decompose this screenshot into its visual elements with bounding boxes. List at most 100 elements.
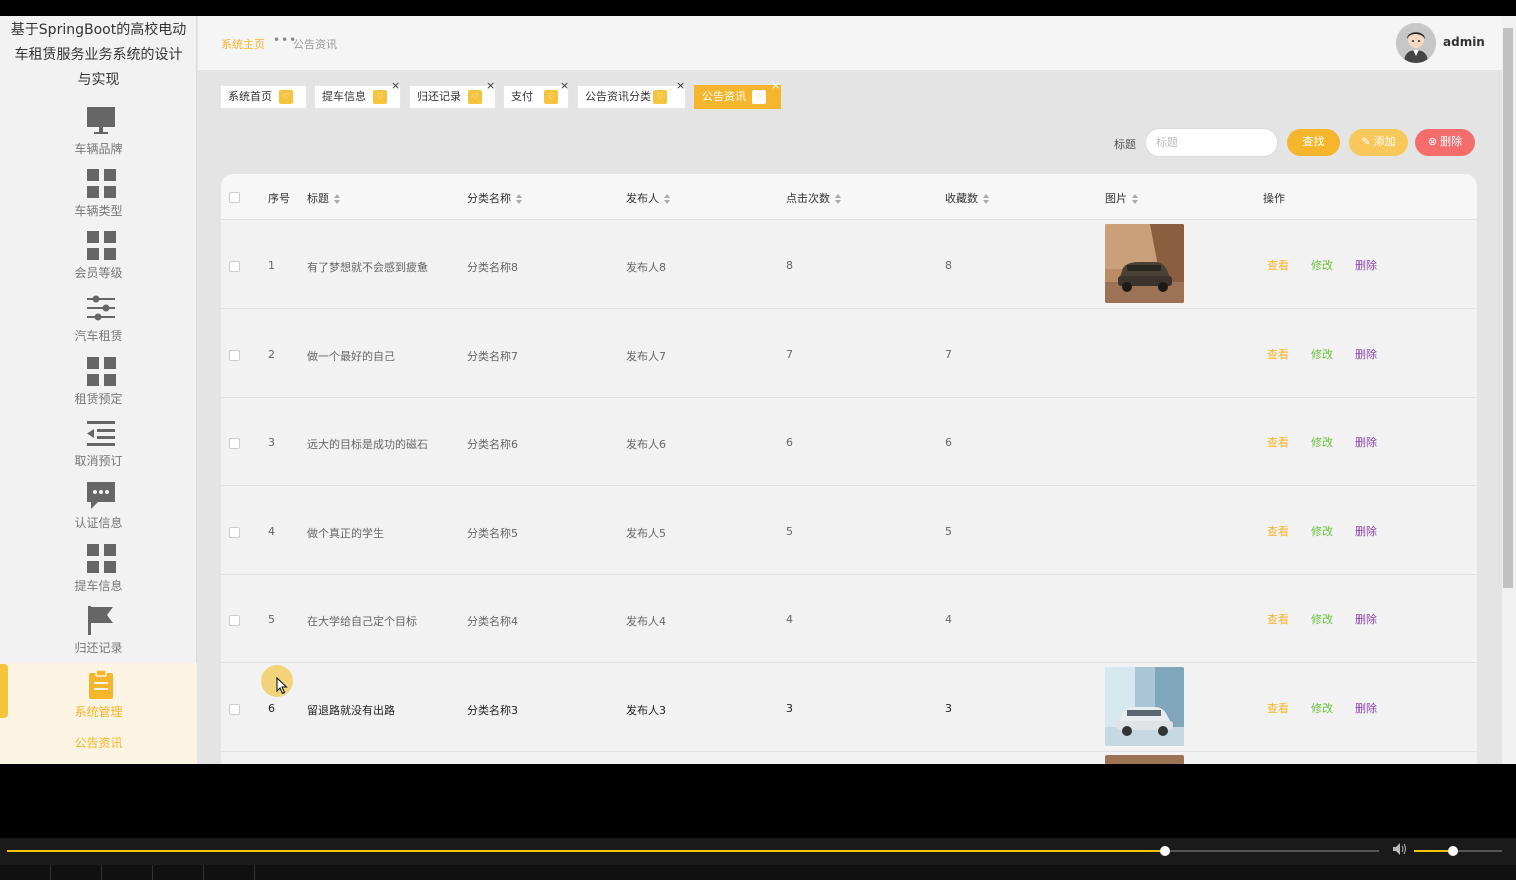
row-checkbox[interactable] [229, 615, 240, 626]
view-button[interactable]: 查看 [1267, 434, 1289, 450]
sort-icon[interactable] [334, 194, 341, 204]
cell-title: 留退路就没有出路 [307, 702, 395, 718]
sidebar-item-label: 提车信息 [0, 578, 197, 594]
find-button[interactable]: 查找 [1287, 129, 1340, 156]
header-image[interactable]: 图片 [1105, 190, 1139, 206]
table-row[interactable]: 5在大学给自己定个目标分类名称4发布人444查看修改删除 [221, 575, 1477, 663]
sidebar-item-vehicle-type[interactable]: 车辆类型 [0, 168, 197, 230]
add-label: 添加 [1374, 136, 1396, 148]
edit-button[interactable]: 修改 [1311, 700, 1333, 716]
avatar[interactable] [1396, 23, 1436, 63]
tag-icon: ♡ [373, 90, 387, 104]
tab-return-record[interactable]: 归还记录 ♡ × [409, 85, 496, 109]
edit-icon: ✎ [1361, 136, 1370, 148]
cell-category: 分类名称7 [467, 348, 518, 364]
edit-button[interactable]: 修改 [1311, 346, 1333, 362]
edit-button[interactable]: 修改 [1311, 611, 1333, 627]
edit-button[interactable]: 修改 [1311, 257, 1333, 273]
cell-index: 6 [268, 702, 275, 715]
header-clicks[interactable]: 点击次数 [786, 190, 842, 206]
volume-icon[interactable] [1392, 842, 1408, 860]
grid-icon [86, 168, 116, 198]
row-checkbox[interactable] [229, 438, 240, 449]
header-category[interactable]: 分类名称 [467, 190, 523, 206]
delete-button[interactable]: 删除 [1355, 700, 1377, 716]
sidebar-item-pickup-info[interactable]: 提车信息 [0, 543, 197, 605]
header-publisher[interactable]: 发布人 [626, 190, 671, 206]
close-icon[interactable]: × [676, 80, 685, 92]
view-button[interactable]: 查看 [1267, 346, 1289, 362]
view-button[interactable]: 查看 [1267, 611, 1289, 627]
sort-icon[interactable] [983, 194, 990, 204]
tab-pickup-info[interactable]: 提车信息 ♡ × [314, 85, 401, 109]
chat-icon [86, 480, 116, 510]
sidebar-item-label: 汽车租赁 [0, 328, 197, 344]
sidebar-item-car-rental[interactable]: 汽车租赁 [0, 293, 197, 355]
table-row[interactable]: 3远大的目标是成功的磁石分类名称6发布人666查看修改删除 [221, 398, 1477, 486]
cell-clicks: 8 [786, 259, 793, 272]
grid-icon [86, 230, 116, 260]
delete-button[interactable]: 删除 [1355, 257, 1377, 273]
sidebar-item-cancel-booking[interactable]: 取消预订 [0, 418, 197, 480]
view-button[interactable]: 查看 [1267, 257, 1289, 273]
table-row[interactable]: 6留退路就没有出路分类名称3发布人333查看修改删除 [221, 664, 1477, 752]
tab-announcement-category[interactable]: 公告资讯分类 ♡ × [577, 85, 686, 109]
header-favorites[interactable]: 收藏数 [945, 190, 990, 206]
table-row[interactable]: 1有了梦想就不会感到疲惫分类名称8发布人888查看修改删除 [221, 221, 1477, 309]
submenu-item-announcements[interactable]: 公告资讯 [0, 729, 197, 764]
delete-button[interactable]: 删除 [1355, 434, 1377, 450]
cell-image[interactable] [1105, 667, 1184, 746]
sidebar-item-rental-booking[interactable]: 租赁预定 [0, 356, 197, 418]
edit-button[interactable]: 修改 [1311, 434, 1333, 450]
edit-button[interactable]: 修改 [1311, 523, 1333, 539]
sidebar-item-vehicle-brand[interactable]: 车辆品牌 [0, 106, 197, 168]
search-label: 标题 [1114, 136, 1136, 152]
add-button[interactable]: ✎ 添加 [1349, 129, 1408, 156]
breadcrumb-current: 公告资讯 [293, 36, 337, 52]
tab-home[interactable]: 系统首页 ♡ [220, 85, 307, 109]
view-button[interactable]: 查看 [1267, 700, 1289, 716]
sort-icon[interactable] [516, 194, 523, 204]
seek-knob[interactable] [1160, 846, 1170, 856]
row-checkbox[interactable] [229, 350, 240, 361]
tab-announcements[interactable]: 公告资讯 ♡ × [694, 85, 781, 109]
breadcrumb-home[interactable]: 系统主页 [221, 36, 265, 52]
sidebar-item-member-level[interactable]: 会员等级 [0, 230, 197, 292]
sort-icon[interactable] [664, 194, 671, 204]
sidebar-item-return-record[interactable]: 归还记录 [0, 605, 197, 667]
table-row[interactable]: 2做一个最好的自己分类名称7发布人777查看修改删除 [221, 310, 1477, 398]
row-checkbox[interactable] [229, 527, 240, 538]
row-checkbox[interactable] [229, 261, 240, 272]
delete-button[interactable]: 删除 [1355, 611, 1377, 627]
divider [152, 865, 153, 880]
table-row[interactable]: 4做个真正的学生分类名称5发布人555查看修改删除 [221, 487, 1477, 575]
close-icon[interactable]: × [486, 80, 495, 92]
sort-icon[interactable] [1132, 194, 1139, 204]
scrollbar-thumb[interactable] [1503, 28, 1513, 588]
flag-icon [86, 605, 116, 635]
close-icon[interactable]: × [391, 80, 400, 92]
delete-button[interactable]: 删除 [1355, 346, 1377, 362]
search-input[interactable] [1145, 128, 1278, 157]
close-icon[interactable]: × [560, 80, 569, 92]
select-all-checkbox[interactable] [229, 192, 240, 203]
header-publisher-label: 发布人 [626, 192, 659, 205]
delete-button[interactable]: 删除 [1355, 523, 1377, 539]
active-indicator [0, 664, 8, 718]
header-title-label: 标题 [307, 192, 329, 205]
view-button[interactable]: 查看 [1267, 523, 1289, 539]
volume-knob[interactable] [1448, 846, 1458, 856]
sidebar-item-auth-info[interactable]: 认证信息 [0, 480, 197, 542]
username[interactable]: admin [1443, 35, 1485, 49]
batch-delete-button[interactable]: ⊗删除 [1415, 129, 1475, 156]
sort-icon[interactable] [835, 194, 842, 204]
sidebar-item-system-management[interactable]: 系统管理 [0, 663, 197, 729]
cell-title: 远大的目标是成功的磁石 [307, 436, 428, 452]
cell-image[interactable] [1105, 224, 1184, 303]
header-title[interactable]: 标题 [307, 190, 341, 206]
tab-payment[interactable]: 支付 ♡ × [503, 85, 569, 109]
row-checkbox[interactable] [229, 704, 240, 715]
cell-publisher: 发布人7 [626, 348, 666, 364]
sidebar-item-label: 归还记录 [0, 640, 197, 656]
close-icon[interactable]: × [771, 80, 780, 92]
